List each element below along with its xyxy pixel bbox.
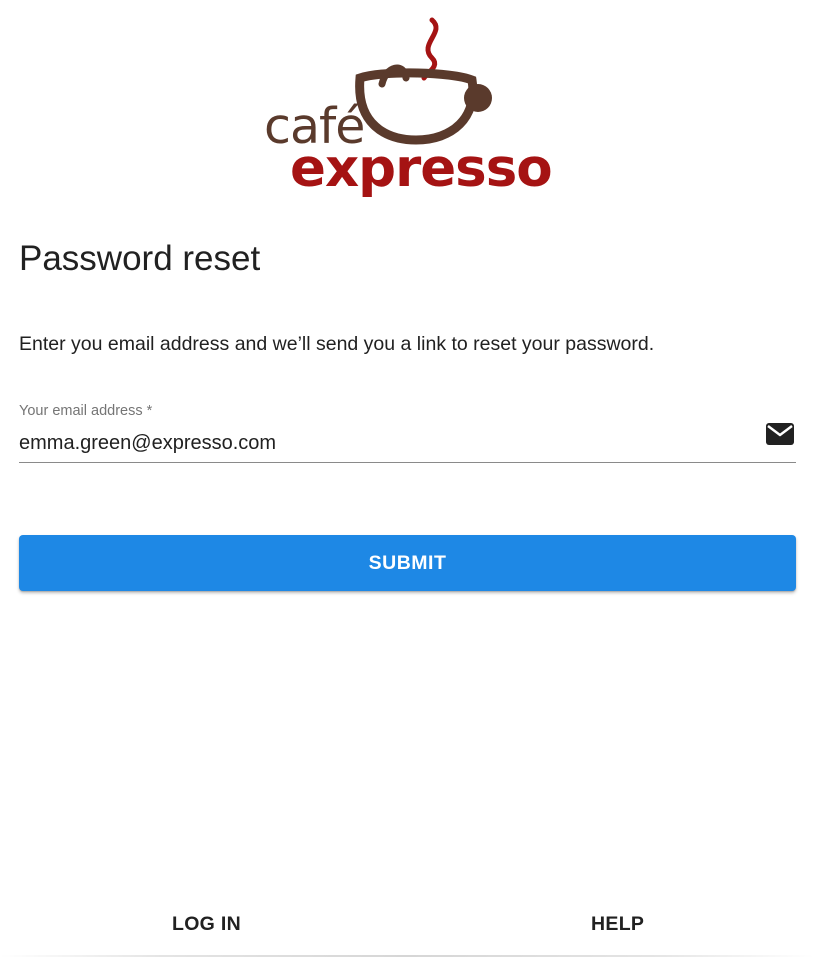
email-field-label: Your email address * <box>19 403 153 419</box>
email-input[interactable] <box>19 429 749 457</box>
login-link[interactable]: LOG IN <box>172 913 241 936</box>
email-field: Your email address * <box>19 403 796 464</box>
logo-text-expresso: expresso <box>290 138 553 199</box>
password-reset-page: café expresso Password reset Enter you e… <box>0 0 814 957</box>
page-title: Password reset <box>19 239 261 278</box>
bottom-nav: LOG IN HELP <box>0 905 814 957</box>
email-field-underline <box>19 462 796 463</box>
help-link[interactable]: HELP <box>591 913 644 936</box>
instructions-text: Enter you email address and we’ll send y… <box>19 333 655 355</box>
mail-icon <box>766 422 794 446</box>
cafe-expresso-logo: café expresso <box>256 14 556 214</box>
submit-button[interactable]: SUBMIT <box>19 535 796 591</box>
